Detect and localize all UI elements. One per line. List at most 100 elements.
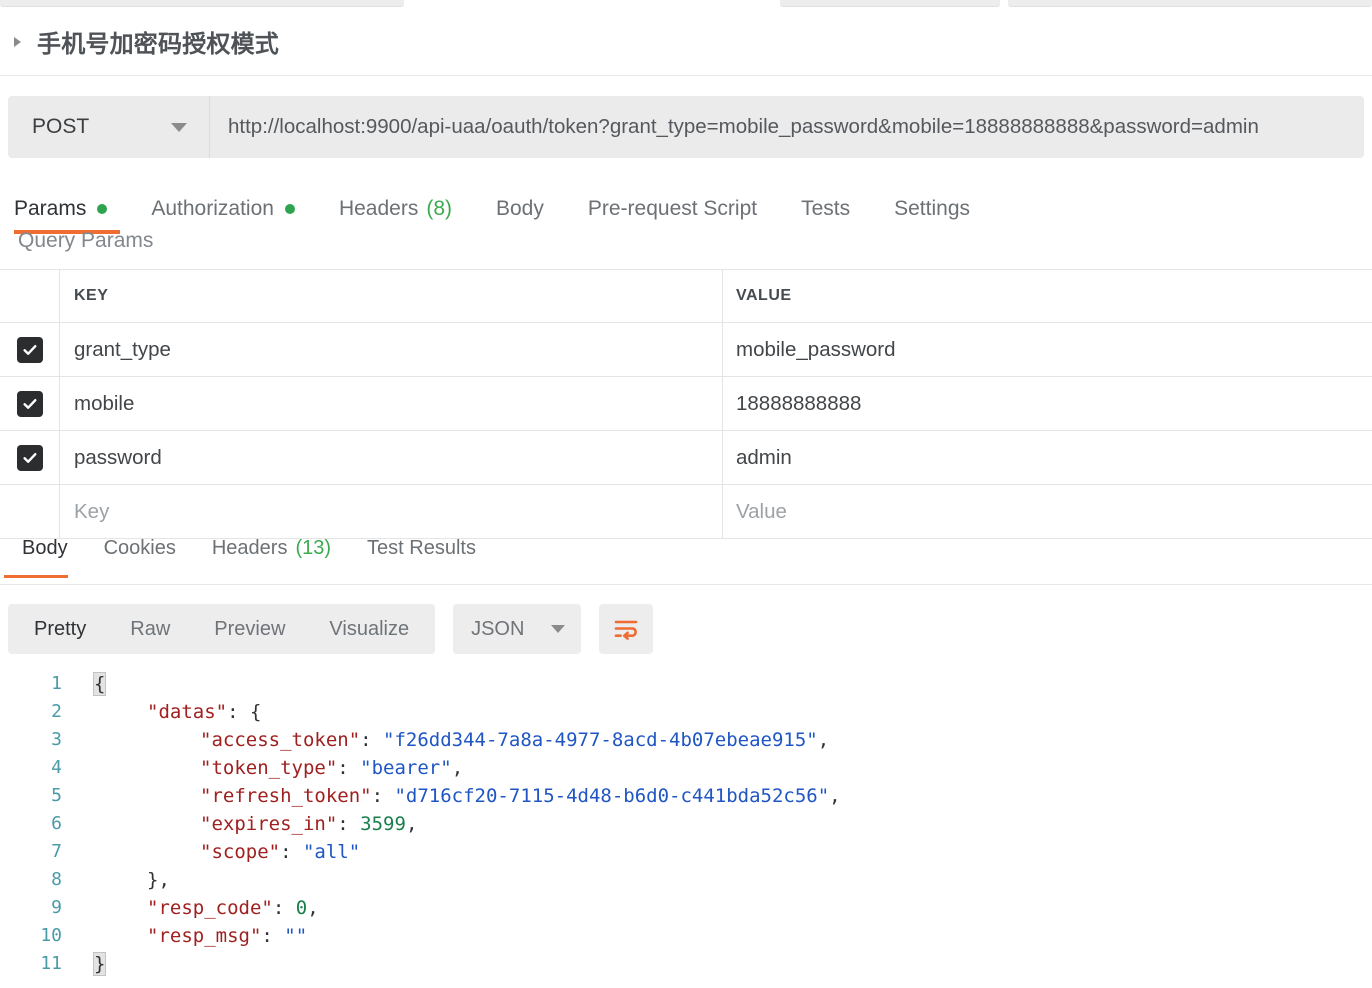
json-line-code: }	[76, 950, 105, 978]
chevron-down-icon[interactable]	[171, 123, 187, 132]
json-token: ,	[829, 785, 840, 807]
new-row-checkbox-cell	[0, 485, 60, 538]
view-mode-visualize[interactable]: Visualize	[307, 608, 431, 650]
response-format-select[interactable]: JSON	[453, 604, 581, 654]
response-tab-body-label: Body	[22, 537, 68, 560]
json-token: :	[360, 729, 383, 751]
json-token: :	[273, 897, 296, 919]
json-token: },	[147, 869, 170, 891]
json-token: "access_token"	[200, 729, 360, 751]
row-checkbox[interactable]	[17, 337, 43, 363]
response-tab-cookies-label: Cookies	[104, 537, 176, 560]
tab-body-label: Body	[496, 197, 544, 221]
table-header-row: KEY VALUE	[0, 270, 1372, 323]
view-mode-pretty[interactable]: Pretty	[12, 608, 108, 650]
check-icon	[22, 342, 38, 358]
json-token: "resp_code"	[147, 897, 273, 919]
param-value[interactable]: mobile_password	[723, 323, 1372, 376]
json-token: "token_type"	[200, 757, 337, 779]
json-token: :	[337, 813, 360, 835]
tab-settings[interactable]: Settings	[894, 185, 970, 231]
params-modified-dot-icon	[97, 204, 107, 214]
response-tab-headers[interactable]: Headers (13)	[212, 533, 331, 560]
new-param-key-input[interactable]: Key	[60, 485, 723, 538]
response-body-json-viewer[interactable]: 1{2"datas": {3"access_token": "f26dd344-…	[0, 670, 1372, 988]
url-input[interactable]: http://localhost:9900/api-uaa/oauth/toke…	[210, 96, 1364, 158]
json-line-code: "access_token": "f26dd344-7a8a-4977-8acd…	[76, 726, 829, 754]
response-tab-headers-label: Headers	[212, 537, 288, 560]
json-line-code: "datas": {	[76, 698, 261, 726]
json-line-code: "resp_msg": ""	[76, 922, 307, 950]
tab-params[interactable]: Params	[14, 185, 107, 231]
check-icon	[22, 396, 38, 412]
response-tabs: Body Cookies Headers (13) Test Results	[0, 533, 1372, 585]
json-line-number: 9	[0, 894, 76, 922]
check-icon	[22, 450, 38, 466]
tab-settings-label: Settings	[894, 197, 970, 221]
json-token: 3599	[360, 813, 406, 835]
json-line-code: "expires_in": 3599,	[76, 810, 417, 838]
tab-headers-label: Headers	[339, 197, 418, 221]
response-tab-body[interactable]: Body	[22, 533, 68, 560]
json-line: 7"scope": "all"	[0, 838, 1372, 866]
chrome-tab-edge-mid	[780, 0, 1000, 7]
json-token: "refresh_token"	[200, 785, 372, 807]
new-param-value-input[interactable]: Value	[723, 485, 1372, 538]
column-header-key: KEY	[60, 270, 723, 322]
json-line: 10"resp_msg": ""	[0, 922, 1372, 950]
tab-pre-request-script[interactable]: Pre-request Script	[588, 185, 757, 231]
json-line: 1{	[0, 670, 1372, 698]
json-lines: 1{2"datas": {3"access_token": "f26dd344-…	[0, 670, 1372, 978]
response-tab-cookies[interactable]: Cookies	[104, 533, 176, 560]
response-format-label: JSON	[471, 618, 524, 641]
view-mode-preview[interactable]: Preview	[192, 608, 307, 650]
request-title-row[interactable]: 手机号加密码授权模式	[0, 8, 1372, 76]
json-token: ,	[307, 897, 318, 919]
response-body-toolbar: Pretty Raw Preview Visualize JSON	[8, 604, 653, 654]
tab-authorization[interactable]: Authorization	[151, 185, 295, 231]
json-token: "d716cf20-7115-4d48-b6d0-c441bda52c56"	[394, 785, 829, 807]
tab-params-label: Params	[14, 197, 86, 221]
param-value[interactable]: admin	[723, 431, 1372, 484]
param-key[interactable]: grant_type	[60, 323, 723, 376]
json-line-number: 11	[0, 950, 76, 978]
http-method-select[interactable]: POST	[8, 96, 210, 158]
json-line-number: 2	[0, 698, 76, 726]
caret-right-icon[interactable]	[14, 37, 21, 47]
tab-body[interactable]: Body	[496, 185, 544, 231]
chevron-down-icon[interactable]	[551, 625, 565, 633]
json-token: "datas"	[147, 701, 227, 723]
row-checkbox[interactable]	[17, 391, 43, 417]
table-row-new: Key Value	[0, 485, 1372, 539]
param-key[interactable]: mobile	[60, 377, 723, 430]
header-checkbox-cell	[0, 270, 60, 322]
param-key[interactable]: password	[60, 431, 723, 484]
response-tab-test-results-label: Test Results	[367, 537, 476, 560]
wrap-text-button[interactable]	[599, 604, 653, 654]
query-params-heading: Query Params	[18, 229, 153, 253]
authorization-modified-dot-icon	[285, 204, 295, 214]
json-line: 8},	[0, 866, 1372, 894]
chrome-tab-edge-right	[1008, 0, 1372, 7]
view-mode-raw[interactable]: Raw	[108, 608, 192, 650]
row-checkbox[interactable]	[17, 445, 43, 471]
json-line-number: 5	[0, 782, 76, 810]
json-token: ,	[452, 757, 463, 779]
query-params-table: KEY VALUE grant_type mobile_password mob…	[0, 269, 1372, 539]
chrome-tab-edge-left	[0, 0, 404, 7]
json-line: 6"expires_in": 3599,	[0, 810, 1372, 838]
param-value[interactable]: 18888888888	[723, 377, 1372, 430]
tab-pre-request-script-label: Pre-request Script	[588, 197, 757, 221]
active-response-tab-underline	[4, 575, 68, 578]
table-row: password admin	[0, 431, 1372, 485]
response-view-mode-group: Pretty Raw Preview Visualize	[8, 604, 435, 654]
json-line-number: 8	[0, 866, 76, 894]
tab-tests[interactable]: Tests	[801, 185, 850, 231]
json-token: }	[94, 953, 105, 975]
tab-headers[interactable]: Headers (8)	[339, 185, 452, 231]
row-checkbox-cell	[0, 431, 60, 484]
json-line-number: 7	[0, 838, 76, 866]
response-tab-test-results[interactable]: Test Results	[367, 533, 476, 560]
column-header-value: VALUE	[723, 270, 1372, 322]
json-line: 4"token_type": "bearer",	[0, 754, 1372, 782]
